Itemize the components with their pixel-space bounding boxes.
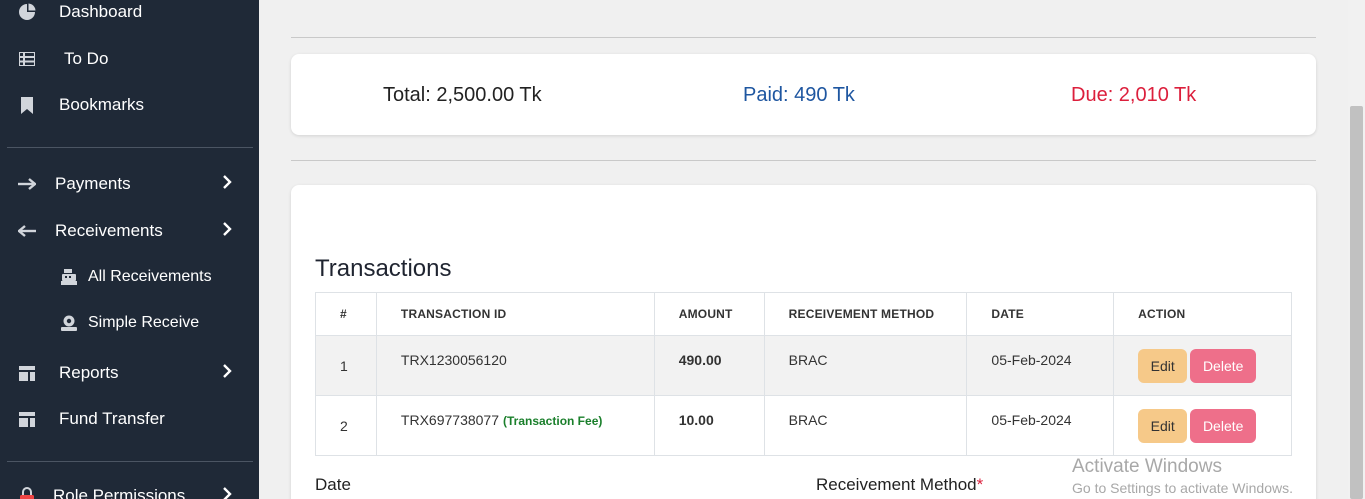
scrollbar-thumb[interactable] <box>1350 106 1363 499</box>
lock-icon <box>18 487 36 499</box>
activate-windows-title: Activate Windows <box>1072 456 1222 477</box>
transaction-id: TRX697738077 <box>400 412 499 428</box>
sidebar-divider <box>7 147 253 148</box>
column-header-transaction-id: TRANSACTION ID <box>375 292 655 336</box>
transaction-id-cell: TRX697738077 (Transaction Fee) <box>375 395 655 456</box>
amount-cell: 10.00 <box>653 395 765 456</box>
edit-button[interactable]: Edit <box>1138 408 1188 443</box>
date-cell: 05-Feb-2024 <box>966 335 1115 396</box>
bookmark-icon <box>18 96 36 114</box>
column-header-number: # <box>315 292 377 336</box>
transactions-title: Transactions <box>315 255 452 282</box>
chevron-right-icon <box>222 221 232 241</box>
sidebar-item-label: Payments <box>55 174 131 193</box>
section-divider <box>291 160 1316 161</box>
edit-button[interactable]: Edit <box>1138 348 1188 383</box>
table-header-row: # TRANSACTION ID AMOUNT RECEIVEMENT METH… <box>315 292 1292 336</box>
chevron-right-icon <box>222 174 232 194</box>
sidebar-divider <box>7 461 253 462</box>
transaction-id-cell: TRX1230056120 <box>375 335 655 396</box>
transactions-card: Transactions # TRANSACTION ID AMOUNT REC… <box>291 185 1316 499</box>
sidebar: Dashboard To Do Bookmarks Payments Recei… <box>0 0 259 499</box>
table-row: 1 TRX1230056120 490.00 BRAC 05-Feb-2024 … <box>315 335 1292 396</box>
section-divider <box>291 37 1316 38</box>
cash-register-icon <box>60 268 78 286</box>
receivement-method-label-text: Receivement Method <box>816 475 977 494</box>
sidebar-item-simple-receive[interactable]: Simple Receive <box>0 303 259 343</box>
pie-chart-icon <box>18 3 36 21</box>
receivement-method-field-label: Receivement Method* <box>816 475 983 495</box>
sidebar-item-receivements[interactable]: Receivements <box>0 211 259 251</box>
method-cell: BRAC <box>763 335 968 396</box>
required-mark: * <box>976 475 984 494</box>
sidebar-item-fund-transfer[interactable]: Fund Transfer <box>0 399 259 439</box>
column-header-amount: AMOUNT <box>653 292 765 336</box>
sidebar-item-reports[interactable]: Reports <box>0 353 259 393</box>
sidebar-item-label: Simple Receive <box>88 314 200 331</box>
sidebar-item-label: Reports <box>59 363 119 382</box>
table-row: 2 TRX697738077 (Transaction Fee) 10.00 BR… <box>315 395 1292 456</box>
due-amount: Due: 2,010 Tk <box>1071 84 1197 106</box>
sidebar-item-bookmarks[interactable]: Bookmarks <box>0 85 259 125</box>
sidebar-item-payments[interactable]: Payments <box>0 164 259 204</box>
date-field-label: Date <box>315 475 351 494</box>
table-icon <box>18 410 36 428</box>
column-header-method: RECEIVEMENT METHOD <box>763 292 968 336</box>
arrow-right-icon <box>18 175 36 193</box>
arrow-left-icon <box>18 222 36 240</box>
list-icon <box>18 50 36 68</box>
column-header-action: ACTION <box>1113 292 1292 336</box>
paid-amount: Paid: 490 Tk <box>743 84 855 106</box>
row-number: 1 <box>315 335 377 396</box>
total-amount: Total: 2,500.00 Tk <box>383 84 542 106</box>
chevron-right-icon <box>222 486 232 499</box>
money-hand-icon <box>60 314 78 332</box>
sidebar-item-role-permissions[interactable]: Role Permissions <box>0 476 259 499</box>
sidebar-item-dashboard[interactable]: Dashboard <box>0 0 259 32</box>
sidebar-item-label: Bookmarks <box>59 95 145 114</box>
method-cell: BRAC <box>763 395 968 456</box>
chevron-right-icon <box>222 363 232 383</box>
sidebar-item-all-receivements[interactable]: All Receivements <box>0 257 259 297</box>
action-cell: Edit Delete <box>1113 395 1292 456</box>
transactions-table: # TRANSACTION ID AMOUNT RECEIVEMENT METH… <box>315 292 1292 456</box>
transaction-id: TRX1230056120 <box>400 352 507 368</box>
action-cell: Edit Delete <box>1113 335 1292 396</box>
amount-cell: 490.00 <box>653 335 765 396</box>
column-header-date: DATE <box>966 292 1115 336</box>
activate-windows-subtitle: Go to Settings to activate Windows. <box>1072 480 1293 496</box>
row-number: 2 <box>315 395 377 456</box>
sidebar-item-label: All Receivements <box>88 268 212 285</box>
sidebar-item-label: Role Permissions <box>53 486 186 499</box>
delete-button[interactable]: Delete <box>1190 408 1257 443</box>
sidebar-item-label: Dashboard <box>59 2 143 21</box>
sidebar-item-todo[interactable]: To Do <box>0 39 259 79</box>
sidebar-item-label: Receivements <box>55 221 163 240</box>
sidebar-item-label: To Do <box>64 49 109 68</box>
transaction-fee-label: (Transaction Fee) <box>503 414 603 428</box>
date-cell: 05-Feb-2024 <box>966 395 1115 456</box>
table-icon <box>18 364 36 382</box>
summary-card: Total: 2,500.00 Tk Paid: 490 Tk Due: 2,0… <box>291 54 1316 135</box>
delete-button[interactable]: Delete <box>1190 348 1257 383</box>
sidebar-item-label: Fund Transfer <box>59 409 165 428</box>
